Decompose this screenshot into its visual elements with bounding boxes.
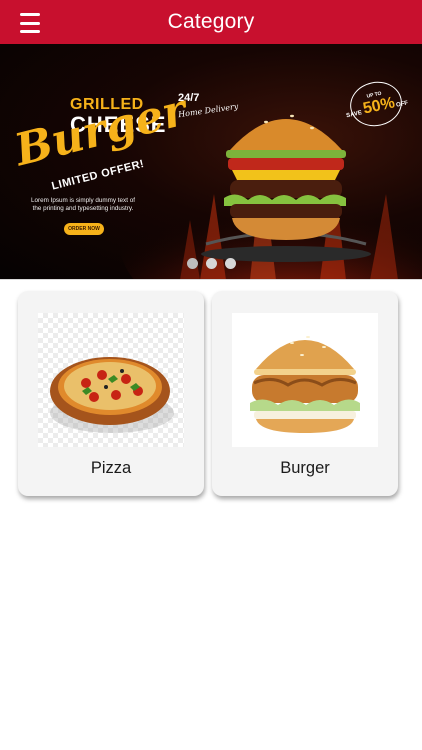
carousel-dots: [0, 258, 422, 269]
promo-banner[interactable]: GRILLED CHEESE Burger LIMITED OFFER! Lor…: [0, 44, 422, 280]
category-grid: Pizza Burger: [18, 291, 398, 496]
category-card-pizza[interactable]: Pizza: [18, 291, 204, 496]
carousel-dot[interactable]: [205, 258, 217, 269]
banner-body-text: Lorem Ipsum is simply dummy text of the …: [31, 197, 135, 212]
banner-burger-image: [201, 114, 371, 262]
order-now-button[interactable]: ORDER NOW: [64, 223, 104, 235]
carousel-dot[interactable]: [224, 258, 236, 269]
pizza-image: [38, 313, 184, 447]
category-label: Burger: [280, 459, 330, 477]
carousel-dot[interactable]: [186, 258, 198, 269]
burger-image: [232, 313, 378, 447]
category-card-burger[interactable]: Burger: [212, 291, 398, 496]
banner-headline: GRILLED CHEESE Burger LIMITED OFFER! Lor…: [10, 85, 191, 235]
category-label: Pizza: [90, 459, 132, 477]
page-title: Category: [167, 10, 255, 33]
badge-off: OFF: [395, 100, 409, 109]
hamburger-menu-icon[interactable]: [14, 11, 48, 35]
app-bar: Category: [0, 0, 422, 44]
